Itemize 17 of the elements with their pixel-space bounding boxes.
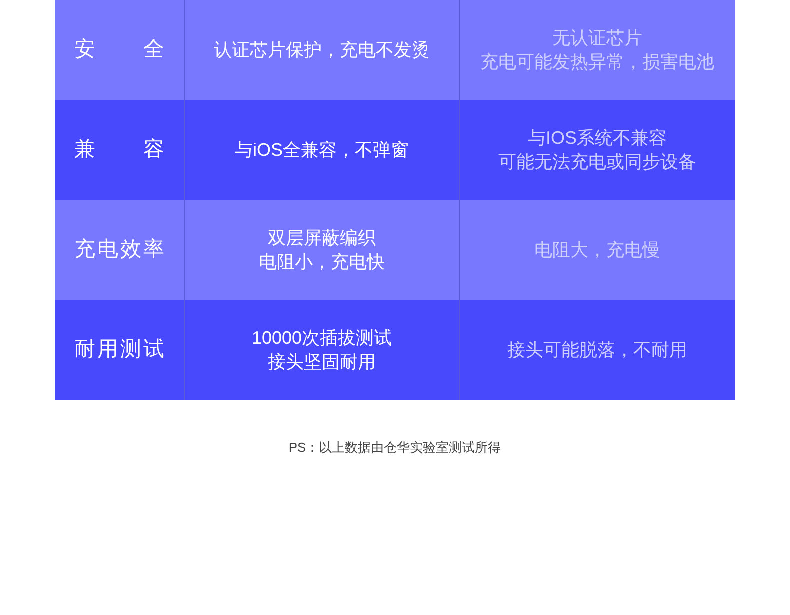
- cell-text: 接头坚固耐用: [268, 351, 376, 374]
- cell-text: 无认证芯片: [552, 27, 642, 50]
- cell-text: 可能无法充电或同步设备: [498, 151, 696, 174]
- table-cell-text: 耐用测试: [74, 337, 164, 364]
- cell-text: 10000次插拔测试: [252, 327, 392, 350]
- cell-text: 电阻大，充电慢: [534, 239, 660, 262]
- table-cell-text: 兼 容: [74, 137, 164, 164]
- cell-text: 双层屏蔽编织: [268, 227, 376, 250]
- table-cell-text: 充电效率: [74, 237, 164, 264]
- cell-text: 与IOS系统不兼容: [528, 127, 667, 150]
- cell-text: 与iOS全兼容，不弹窗: [234, 139, 409, 162]
- cell-text: 接头可能脱落，不耐用: [508, 339, 688, 362]
- table-cell-text: 安 全: [74, 37, 164, 64]
- footnote: PS：以上数据由仓华实验室测试所得: [288, 439, 502, 457]
- cell-text: 电阻小，充电快: [259, 251, 385, 274]
- cell-text: 充电可能发热异常，损害电池: [480, 51, 714, 74]
- cell-text: 认证芯片保护，充电不发烫: [214, 39, 430, 62]
